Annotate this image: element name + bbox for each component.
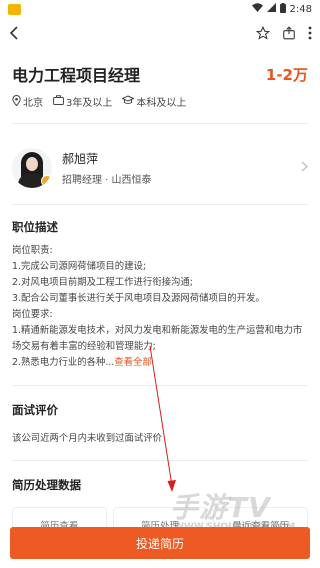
job-title: 电力工程项目经理	[12, 66, 141, 85]
section-title: 简历处理数据	[12, 478, 81, 492]
location-pin-icon	[12, 94, 21, 109]
job-description-text: 岗位职责: 1.完成公司源网荷储项目的建设; 2.对风电项目前期及工程工作进行衔…	[12, 243, 308, 371]
description-line: 1.精通新能源发电技术，对风力发电和新能源发电的生产运营和电力市场交易有着丰富的…	[12, 325, 303, 352]
recruiter-name: 郝旭萍	[62, 152, 99, 166]
tag-location-text: 北京	[23, 98, 43, 109]
tag-experience-text: 3年及以上	[66, 98, 113, 109]
signal-icon	[266, 3, 276, 15]
more-icon[interactable]	[308, 26, 312, 40]
job-header: 电力工程项目经理 1-2万 北京 3年及以上 本科及以上	[0, 48, 320, 110]
section-title: 职位描述	[12, 220, 58, 234]
description-line: 3.配合公司董事长进行关于风电项目及源网荷储项目的开发。	[12, 293, 265, 304]
description-line: 岗位职责:	[12, 245, 53, 256]
nav-actions	[256, 26, 312, 40]
divider	[12, 123, 308, 124]
section-title: 面试评价	[12, 403, 58, 417]
description-line: 1.完成公司源网荷储项目的建设;	[12, 261, 146, 272]
graduation-cap-icon	[121, 95, 136, 108]
nav-bar	[0, 18, 320, 48]
briefcase-icon	[53, 95, 64, 108]
tag-location: 北京	[12, 94, 43, 109]
recruiter-title: 招聘经理 · 山西恒泰	[62, 175, 152, 186]
description-line: 岗位要求:	[12, 309, 53, 320]
description-line: 2.对风电项目前期及工程工作进行衔接沟通;	[12, 277, 193, 288]
interview-section: 面试评价 该公司近两个月内未收到过面试评价	[0, 402, 320, 444]
description-line: 2.熟悉电力行业的各种...	[12, 357, 115, 368]
recruiter-info: 郝旭萍 招聘经理 · 山西恒泰	[62, 150, 301, 186]
back-icon[interactable]	[8, 25, 20, 41]
job-tags: 北京 3年及以上 本科及以上	[12, 94, 308, 109]
app-notification-icon	[8, 3, 21, 15]
tag-education-text: 本科及以上	[136, 98, 187, 109]
status-left	[8, 3, 21, 15]
interview-empty-text: 该公司近两个月内未收到过面试评价	[12, 433, 163, 444]
divider	[12, 385, 308, 386]
view-all-link[interactable]: 查看全部	[114, 357, 152, 368]
tag-education: 本科及以上	[121, 94, 187, 109]
chevron-right-icon	[301, 160, 308, 176]
status-bar: 2:48	[0, 0, 320, 18]
verified-badge-icon	[41, 175, 52, 187]
description-line-last: 2.熟悉电力行业的各种...查看全部	[12, 355, 308, 371]
status-right: 2:48	[251, 2, 312, 16]
salary: 1-2万	[265, 65, 308, 84]
job-description-section: 职位描述 岗位职责: 1.完成公司源网荷储项目的建设; 2.对风电项目前期及工程…	[0, 219, 320, 371]
tag-experience: 3年及以上	[53, 94, 112, 109]
status-time: 2:48	[289, 3, 312, 15]
divider	[12, 204, 308, 205]
title-row: 电力工程项目经理 1-2万	[12, 62, 308, 86]
recruiter-card[interactable]: 郝旭萍 招聘经理 · 山西恒泰	[0, 138, 320, 198]
divider	[12, 460, 308, 461]
wifi-icon	[251, 3, 263, 15]
submit-resume-button[interactable]: 投递简历	[10, 527, 310, 559]
resume-section: 简历处理数据	[0, 477, 320, 493]
share-icon[interactable]	[282, 26, 296, 40]
favorite-star-icon[interactable]	[256, 26, 270, 40]
recruiter-avatar	[12, 148, 52, 188]
battery-icon	[279, 2, 286, 16]
